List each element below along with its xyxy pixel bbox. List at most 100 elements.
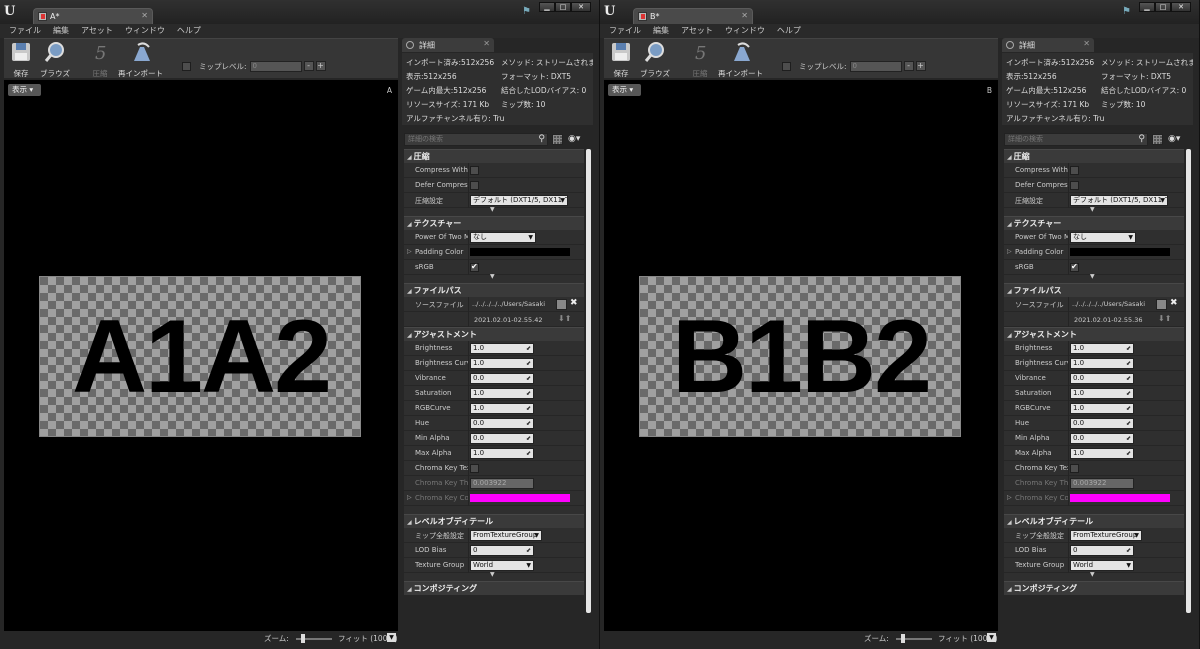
mip-level-increment-button[interactable]: + bbox=[315, 61, 326, 71]
category-compositing[interactable]: ◢ コンポジティング bbox=[404, 581, 584, 595]
clear-source-file-icon[interactable]: ✖ bbox=[1170, 298, 1178, 308]
adjustment-input[interactable]: 1.0 ⬋ bbox=[470, 343, 534, 354]
category-texture[interactable]: ◢ テクスチャー bbox=[404, 216, 584, 230]
category-compression[interactable]: ◢ 圧縮 bbox=[404, 149, 584, 163]
category-compositing[interactable]: ◢ コンポジティング bbox=[1004, 581, 1184, 595]
adjustment-input[interactable]: 1.0 ⬋ bbox=[1070, 343, 1134, 354]
compress-without-alpha-checkbox[interactable] bbox=[1070, 166, 1079, 175]
adjustment-input[interactable]: 1.0 ⬋ bbox=[470, 448, 534, 459]
chroma-key-texture-checkbox[interactable] bbox=[470, 464, 479, 473]
reimport-arrow-icons[interactable]: ⬇⬆ bbox=[1158, 314, 1171, 323]
compress-button[interactable]: 5 圧縮 bbox=[689, 41, 711, 79]
defer-compression-checkbox[interactable] bbox=[1070, 181, 1079, 190]
menu-help[interactable]: ヘルプ bbox=[777, 24, 801, 38]
close-tab-icon[interactable]: ✕ bbox=[741, 11, 748, 20]
category-adjustments[interactable]: ◢ アジャストメント bbox=[1004, 327, 1184, 341]
save-button[interactable]: 保存 bbox=[610, 41, 632, 79]
adjustment-input[interactable]: 1.0 ⬋ bbox=[470, 403, 534, 414]
document-tab[interactable]: B* ✕ bbox=[633, 8, 753, 24]
mip-level-checkbox[interactable] bbox=[182, 61, 191, 71]
chroma-key-threshold-input[interactable]: 0.003922 bbox=[470, 478, 534, 489]
menu-window[interactable]: ウィンドウ bbox=[725, 24, 765, 38]
advanced-expander[interactable]: ▼ bbox=[404, 571, 584, 581]
mip-gen-settings-dropdown[interactable]: FromTextureGroup ▼ bbox=[1070, 530, 1142, 541]
texture-viewport[interactable]: 表示 ▾ A A1A2 bbox=[4, 80, 398, 631]
close-window-button[interactable]: ✕ bbox=[571, 2, 591, 12]
close-tab-icon[interactable]: ✕ bbox=[141, 11, 148, 20]
details-search-input[interactable]: 詳細の検索 ⚲ bbox=[1004, 133, 1148, 146]
mip-level-decrement-button[interactable]: - bbox=[903, 61, 914, 71]
mip-level-input[interactable]: 0 bbox=[849, 60, 902, 72]
adjustment-input[interactable]: 1.0 ⬋ bbox=[1070, 403, 1134, 414]
zoom-slider-handle[interactable] bbox=[301, 634, 305, 643]
power-of-two-dropdown[interactable]: なし ▼ bbox=[1070, 232, 1136, 243]
minimize-button[interactable]: ▁ bbox=[539, 2, 555, 12]
save-button[interactable]: 保存 bbox=[10, 41, 32, 79]
maximize-button[interactable]: □ bbox=[1155, 2, 1171, 12]
chroma-key-color-swatch[interactable] bbox=[1070, 494, 1170, 502]
menu-file[interactable]: ファイル bbox=[609, 24, 641, 38]
chroma-key-color-swatch[interactable] bbox=[470, 494, 570, 502]
close-details-tab-icon[interactable]: ✕ bbox=[483, 39, 490, 48]
browse-source-file-button[interactable] bbox=[1156, 299, 1167, 310]
power-of-two-dropdown[interactable]: なし ▼ bbox=[470, 232, 536, 243]
minimize-button[interactable]: ▁ bbox=[1139, 2, 1155, 12]
menu-file[interactable]: ファイル bbox=[9, 24, 41, 38]
close-window-button[interactable]: ✕ bbox=[1171, 2, 1191, 12]
view-options-eye-icon[interactable]: ◉▾ bbox=[1168, 134, 1180, 144]
advanced-expander[interactable]: ▼ bbox=[404, 206, 584, 216]
zoom-slider-handle[interactable] bbox=[901, 634, 905, 643]
adjustment-input[interactable]: 0.0 ⬋ bbox=[1070, 418, 1134, 429]
menu-window[interactable]: ウィンドウ bbox=[125, 24, 165, 38]
pin-icon[interactable]: ⚑ bbox=[1122, 6, 1131, 17]
category-lod[interactable]: ◢ レベルオブディテール bbox=[404, 514, 584, 528]
adjustment-input[interactable]: 1.0 ⬋ bbox=[1070, 388, 1134, 399]
adjustment-input[interactable]: 1.0 ⬋ bbox=[1070, 358, 1134, 369]
menu-asset[interactable]: アセット bbox=[81, 24, 113, 38]
reimport-button[interactable]: 再インポート bbox=[718, 41, 763, 79]
browse-button[interactable]: ブラウズ bbox=[640, 41, 670, 79]
view-options-button[interactable]: 表示 ▾ bbox=[608, 84, 641, 96]
clear-source-file-icon[interactable]: ✖ bbox=[570, 298, 578, 308]
advanced-expander[interactable]: ▼ bbox=[1004, 273, 1184, 283]
maximize-button[interactable]: □ bbox=[555, 2, 571, 12]
defer-compression-checkbox[interactable] bbox=[470, 181, 479, 190]
view-options-button[interactable]: 表示 ▾ bbox=[8, 84, 41, 96]
category-filepath[interactable]: ◢ ファイルパス bbox=[1004, 283, 1184, 297]
advanced-expander[interactable]: ▼ bbox=[1004, 571, 1184, 581]
menu-edit[interactable]: 編集 bbox=[53, 24, 69, 38]
texture-group-dropdown[interactable]: World ▼ bbox=[470, 560, 534, 571]
srgb-checkbox[interactable] bbox=[1070, 262, 1079, 272]
adjustment-input[interactable]: 1.0 ⬋ bbox=[1070, 448, 1134, 459]
reimport-button[interactable]: 再インポート bbox=[118, 41, 163, 79]
adjustment-input[interactable]: 1.0 ⬋ bbox=[470, 388, 534, 399]
zoom-dropdown-icon[interactable]: ▼ bbox=[987, 633, 996, 642]
compress-button[interactable]: 5 圧縮 bbox=[89, 41, 111, 79]
category-compression[interactable]: ◢ 圧縮 bbox=[1004, 149, 1184, 163]
mip-level-increment-button[interactable]: + bbox=[915, 61, 926, 71]
document-tab[interactable]: A* ✕ bbox=[33, 8, 153, 24]
mip-gen-settings-dropdown[interactable]: FromTextureGroup ▼ bbox=[470, 530, 542, 541]
details-scrollbar[interactable] bbox=[1186, 149, 1191, 613]
advanced-expander[interactable]: ▼ bbox=[404, 273, 584, 283]
adjustment-input[interactable]: 0.0 ⬋ bbox=[470, 433, 534, 444]
compress-without-alpha-checkbox[interactable] bbox=[470, 166, 479, 175]
texture-group-dropdown[interactable]: World ▼ bbox=[1070, 560, 1134, 571]
srgb-checkbox[interactable] bbox=[470, 262, 479, 272]
menu-edit[interactable]: 編集 bbox=[653, 24, 669, 38]
chroma-key-threshold-input[interactable]: 0.003922 bbox=[1070, 478, 1134, 489]
property-matrix-icon[interactable] bbox=[1152, 134, 1163, 145]
reimport-arrow-icons[interactable]: ⬇⬆ bbox=[558, 314, 571, 323]
lod-bias-input[interactable]: 0 ⬋ bbox=[1070, 545, 1134, 556]
texture-viewport[interactable]: 表示 ▾ B B1B2 bbox=[604, 80, 998, 631]
close-details-tab-icon[interactable]: ✕ bbox=[1083, 39, 1090, 48]
adjustment-input[interactable]: 0.0 ⬋ bbox=[1070, 373, 1134, 384]
padding-color-swatch[interactable] bbox=[470, 248, 570, 256]
zoom-dropdown-icon[interactable]: ▼ bbox=[387, 633, 396, 642]
category-filepath[interactable]: ◢ ファイルパス bbox=[404, 283, 584, 297]
adjustment-input[interactable]: 0.0 ⬋ bbox=[470, 418, 534, 429]
category-texture[interactable]: ◢ テクスチャー bbox=[1004, 216, 1184, 230]
details-scrollbar[interactable] bbox=[586, 149, 591, 613]
adjustment-input[interactable]: 0.0 ⬋ bbox=[470, 373, 534, 384]
details-tab[interactable]: 詳細 ✕ bbox=[402, 38, 494, 52]
